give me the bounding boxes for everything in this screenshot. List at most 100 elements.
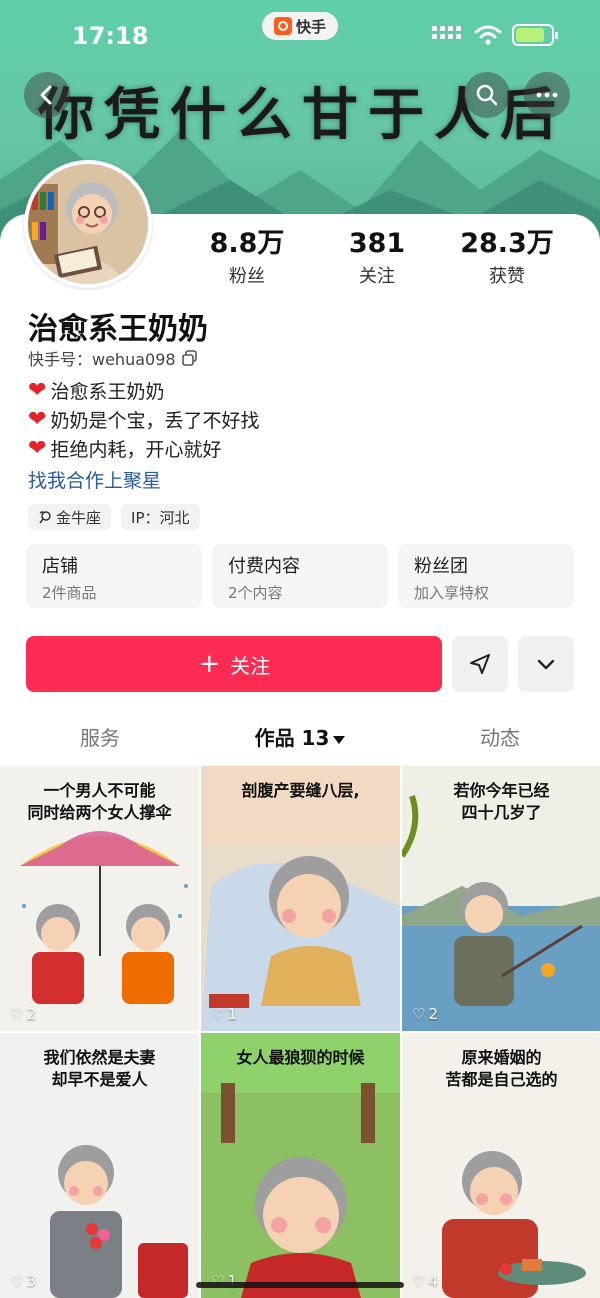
- feature-title: 店铺: [42, 556, 78, 577]
- expand-button[interactable]: [518, 636, 574, 692]
- kuaishou-logo-icon: [273, 17, 292, 35]
- stat-label: 关注: [359, 266, 395, 287]
- feature-title: 付费内容: [228, 556, 300, 577]
- home-indicator[interactable]: [196, 1282, 404, 1288]
- search-icon: [476, 84, 498, 106]
- app-badge[interactable]: 快手: [262, 12, 338, 40]
- park-grandma-illustration: [201, 1033, 400, 1298]
- fan-club-entry[interactable]: 粉丝团 加入享特权: [398, 544, 574, 608]
- work-tile[interactable]: 一个男人不可能 同时给两个女人撑伞 ♡ 2: [0, 766, 199, 1031]
- bio-text: 治愈系王奶奶: [50, 381, 165, 403]
- chevron-left-icon: [40, 85, 52, 105]
- work-caption: 女人最狼狈的时候: [236, 1048, 365, 1067]
- bio-text: 拒绝内耗，开心就好: [50, 439, 222, 461]
- like-count: ♡ 2: [412, 1005, 438, 1023]
- like-count: ♡ 1: [211, 1005, 237, 1023]
- search-button[interactable]: [464, 72, 510, 118]
- cooperation-link[interactable]: 找我合作上聚星: [28, 466, 161, 493]
- avatar[interactable]: [24, 160, 152, 288]
- more-button[interactable]: [524, 72, 570, 118]
- send-icon: [470, 654, 491, 674]
- heart-outline-icon: ♡: [412, 1005, 426, 1023]
- tab-works-label: 作品 13: [254, 726, 330, 750]
- work-tile[interactable]: 剖腹产要缝八层, ♡ 1: [201, 766, 400, 1031]
- action-row: + 关注: [26, 636, 574, 692]
- profile-stats: 8.8万 粉丝 381 关注 28.3万 获赞: [182, 228, 592, 288]
- work-tile[interactable]: 原来婚姻的 苦都是自己选的 ♡ 4: [402, 1033, 600, 1298]
- stat-value: 8.8万: [209, 228, 285, 259]
- like-value: 2: [428, 1005, 438, 1023]
- heart-outline-icon: ♡: [211, 1005, 225, 1023]
- works-grid: 一个男人不可能 同时给两个女人撑伞 ♡ 2 剖腹产要缝八层, ♡ 1 若你今年已经 …: [0, 766, 600, 1298]
- like-value: 3: [26, 1272, 36, 1290]
- back-button[interactable]: [24, 72, 70, 118]
- status-bar: 17:18 快手: [0, 0, 600, 70]
- bio: ❤ 治愈系王奶奶 ❤ 奶奶是个宝，丢了不好找 ❤ 拒绝内耗，开心就好: [28, 376, 259, 463]
- tag-label: 金牛座: [56, 508, 102, 527]
- work-caption: 若你今年已经 四十几岁了: [453, 781, 550, 822]
- work-caption: 剖腹产要缝八层,: [241, 781, 360, 800]
- user-id-row: 快手号：wehua098: [28, 346, 198, 370]
- stat-label: 粉丝: [229, 266, 265, 287]
- app-badge-label: 快手: [295, 17, 326, 36]
- follow-label: 关注: [230, 653, 271, 678]
- work-caption: 我们依然是夫妻 却早不是爱人: [43, 1048, 156, 1089]
- stat-value: 381: [348, 228, 406, 259]
- chevron-down-icon: [537, 659, 555, 670]
- feature-title: 粉丝团: [414, 556, 468, 577]
- like-value: 4: [428, 1272, 438, 1290]
- tab-services[interactable]: 服务: [0, 716, 200, 762]
- stat-following[interactable]: 381 关注: [312, 228, 442, 288]
- caret-down-icon: [333, 735, 346, 744]
- zodiac-icon: [39, 511, 51, 524]
- work-tile[interactable]: 我们依然是夫妻 却早不是爱人 ♡ 3: [0, 1033, 199, 1298]
- paid-content-entry[interactable]: 付费内容 2个内容: [212, 544, 388, 608]
- work-tile[interactable]: 若你今年已经 四十几岁了 ♡ 2: [402, 766, 600, 1031]
- bio-text: 奶奶是个宝，丢了不好找: [50, 410, 260, 432]
- tag-zodiac[interactable]: 金牛座: [28, 504, 112, 530]
- more-dots-icon: [536, 92, 558, 98]
- heart-outline-icon: ♡: [10, 1272, 24, 1290]
- tab-moments[interactable]: 动态: [400, 716, 600, 762]
- feature-sub: 2件商品: [42, 584, 97, 602]
- heart-icon: ❤: [28, 435, 47, 461]
- message-button[interactable]: [452, 636, 509, 692]
- grandma-reading-avatar-icon: [28, 164, 148, 284]
- follow-button[interactable]: + 关注: [26, 636, 443, 692]
- bio-line: ❤ 拒绝内耗，开心就好: [28, 434, 259, 463]
- feature-sub: 2个内容: [228, 584, 283, 602]
- content-tabs: 服务 作品 13 动态: [0, 716, 600, 762]
- stat-label: 获赞: [489, 266, 525, 287]
- stat-likes[interactable]: 28.3万 获赞: [442, 228, 572, 288]
- status-time: 17:18: [72, 22, 149, 50]
- user-id: 快手号：wehua098: [28, 350, 176, 369]
- copy-icon[interactable]: [181, 350, 198, 366]
- like-value: 1: [227, 1005, 237, 1023]
- bio-line: ❤ 治愈系王奶奶: [28, 376, 259, 405]
- heart-outline-icon: ♡: [10, 1005, 24, 1023]
- tag-ip[interactable]: IP：河北: [121, 504, 200, 530]
- work-caption: 原来婚姻的 苦都是自己选的: [445, 1048, 558, 1089]
- profile-tags: 金牛座 IP：河北: [28, 504, 200, 530]
- stat-value: 28.3万: [460, 228, 554, 259]
- heart-icon: ❤: [28, 377, 47, 403]
- shop-entry[interactable]: 店铺 2件商品: [26, 544, 202, 608]
- tag-label: IP：河北: [131, 508, 190, 527]
- hospital-bed-grandma-illustration: [201, 766, 400, 1031]
- like-count: ♡ 2: [10, 1005, 36, 1023]
- tab-works[interactable]: 作品 13: [200, 716, 400, 762]
- work-tile[interactable]: 女人最狼狈的时候 ♡ 1: [201, 1033, 400, 1298]
- bio-line: ❤ 奶奶是个宝，丢了不好找: [28, 405, 259, 434]
- heart-icon: ❤: [28, 406, 47, 432]
- battery-icon: [512, 24, 558, 46]
- heart-outline-icon: ♡: [412, 1272, 426, 1290]
- cellular-signal-icon: [432, 26, 461, 39]
- feature-sub: 加入享特权: [414, 584, 490, 602]
- profile-name: 治愈系王奶奶: [28, 312, 208, 347]
- like-count: ♡ 4: [412, 1272, 438, 1290]
- plus-icon: +: [198, 649, 221, 679]
- stat-followers[interactable]: 8.8万 粉丝: [182, 228, 312, 288]
- work-caption: 一个男人不可能 同时给两个女人撑伞: [27, 781, 172, 822]
- feature-row: 店铺 2件商品 付费内容 2个内容 粉丝团 加入享特权: [26, 544, 574, 608]
- like-value: 2: [26, 1005, 36, 1023]
